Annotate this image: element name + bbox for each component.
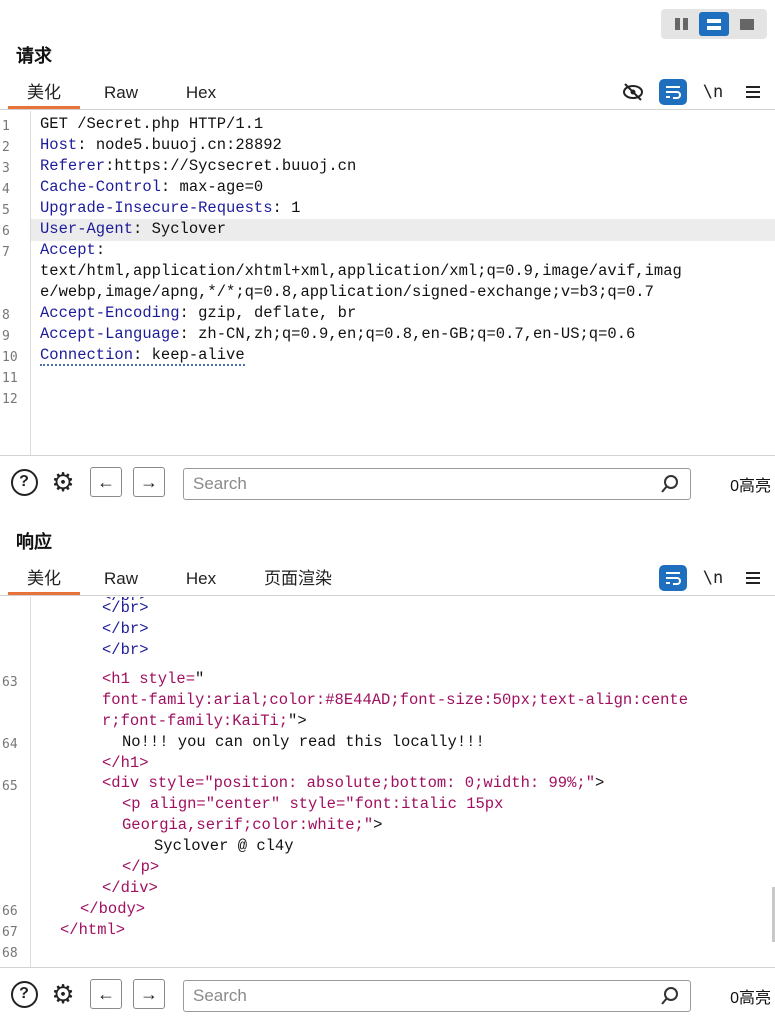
wrap-icon[interactable] <box>659 79 687 105</box>
code-line: </html> <box>60 921 126 939</box>
code-line: </div> <box>102 879 158 897</box>
forward-icon[interactable]: → <box>133 467 165 497</box>
search-icon[interactable] <box>660 474 680 494</box>
newline-icon[interactable]: \n <box>699 565 727 591</box>
line-number: 3 <box>2 161 10 176</box>
response-hits-count: 0高亮 <box>730 990 771 1007</box>
response-tabbar: 美化 Raw Hex 页面渲染 \n <box>0 562 775 596</box>
code-line: </p> <box>122 858 160 876</box>
code-line: </br> <box>102 620 149 638</box>
request-hits-count: 0高亮 <box>730 478 771 495</box>
line-number: 12 <box>2 392 18 407</box>
line-number: 5 <box>2 203 10 218</box>
code-line: </br> <box>102 599 149 617</box>
code-line: User-Agent: Syclover <box>40 220 227 238</box>
code-line: Georgia,serif;color:white;"> <box>122 816 383 834</box>
request-toolbar-icons: \n <box>619 79 767 105</box>
forward-icon[interactable]: → <box>133 979 165 1009</box>
response-tab-raw[interactable]: Raw <box>90 562 152 595</box>
line-number: 9 <box>2 329 10 344</box>
line-number: 10 <box>2 350 18 365</box>
menu-icon[interactable] <box>739 79 767 105</box>
hide-icon[interactable] <box>619 79 647 105</box>
request-search-input[interactable] <box>184 469 644 499</box>
code-line: Cache-Control: max-age=0 <box>40 178 264 196</box>
code-line: Accept-Language: zh-CN,zh;q=0.9,en;q=0.8… <box>40 325 636 343</box>
settings-icon[interactable]: ⚙ <box>47 467 79 497</box>
menu-icon[interactable] <box>739 565 767 591</box>
response-tab-render[interactable]: 页面渲染 <box>252 562 344 595</box>
code-line: <h1 style=" <box>102 670 205 688</box>
code-line: Accept: <box>40 241 106 259</box>
code-line: <p align="center" style="font:italic 15p… <box>122 795 504 813</box>
response-search-input[interactable] <box>184 981 644 1011</box>
newline-icon[interactable]: \n <box>699 79 727 105</box>
request-tab-hex[interactable]: Hex <box>170 76 232 109</box>
code-line: Referer:https://Sycsecret.buuoj.cn <box>40 157 357 175</box>
line-number: 1 <box>2 119 10 134</box>
response-tab-hex[interactable]: Hex <box>170 562 232 595</box>
line-number: 68 <box>2 946 18 961</box>
line-number: 7 <box>2 245 10 260</box>
code-line: No!!! you can only read this locally!!! <box>122 733 485 751</box>
request-search-box <box>183 468 691 500</box>
response-tab-pretty[interactable]: 美化 <box>8 562 80 595</box>
wrap-icon[interactable] <box>659 565 687 591</box>
code-line: GET /Secret.php HTTP/1.1 <box>40 115 264 133</box>
back-icon[interactable]: ← <box>90 979 122 1009</box>
line-number: 4 <box>2 182 10 197</box>
code-line: </h1> <box>102 754 149 772</box>
code-line: </br> <box>102 641 149 659</box>
code-line: font-family:arial;color:#8E44AD;font-siz… <box>102 691 688 709</box>
code-line: e/webp,image/apng,*/*;q=0.8,application/… <box>40 283 654 301</box>
code-line: </body> <box>80 900 146 918</box>
response-search-box <box>183 980 691 1012</box>
request-tab-raw[interactable]: Raw <box>90 76 152 109</box>
code-line: <div style="position: absolute;bottom: 0… <box>102 774 605 792</box>
response-toolbar-icons: \n <box>659 565 767 591</box>
line-number: 8 <box>2 308 10 323</box>
line-number: 11 <box>2 371 18 386</box>
single-layout-icon[interactable] <box>732 12 762 36</box>
columns-layout-icon[interactable] <box>666 12 696 36</box>
line-number: 2 <box>2 140 10 155</box>
layout-toggle <box>661 9 767 39</box>
rows-layout-icon[interactable] <box>698 12 729 36</box>
code-line: Upgrade-Insecure-Requests: 1 <box>40 199 301 217</box>
help-icon[interactable]: ? <box>8 467 40 497</box>
back-icon[interactable]: ← <box>90 467 122 497</box>
response-editor[interactable]: </br> </br> </br> </br> 63 <h1 style=" f… <box>0 597 775 967</box>
request-tabbar: 美化 Raw Hex \n <box>0 76 775 110</box>
response-panel-title: 响应 <box>16 532 52 552</box>
request-tab-pretty[interactable]: 美化 <box>8 76 80 109</box>
code-line: Syclover @ cl4y <box>154 837 294 855</box>
line-number: 66 <box>2 904 18 919</box>
code-line: Connection: keep-alive <box>40 346 245 366</box>
help-icon[interactable]: ? <box>8 979 40 1009</box>
code-line: Accept-Encoding: gzip, deflate, br <box>40 304 357 322</box>
response-bottom-bar: ? ⚙ ← → 0高亮 <box>0 967 775 1018</box>
line-number: 65 <box>2 779 18 794</box>
line-number: 67 <box>2 925 18 940</box>
line-number: 6 <box>2 224 10 239</box>
code-line: Host: node5.buuoj.cn:28892 <box>40 136 282 154</box>
code-line: text/html,application/xhtml+xml,applicat… <box>40 262 682 280</box>
request-panel-title: 请求 <box>16 46 52 66</box>
line-number: 63 <box>2 675 18 690</box>
search-icon[interactable] <box>660 986 680 1006</box>
code-line: r;font-family:KaiTi;"> <box>102 712 307 730</box>
request-bottom-bar: ? ⚙ ← → 0高亮 <box>0 455 775 507</box>
settings-icon[interactable]: ⚙ <box>47 979 79 1009</box>
request-editor[interactable]: 1 GET /Secret.php HTTP/1.1 2 Host: node5.bu… <box>0 111 775 455</box>
line-number: 64 <box>2 737 18 752</box>
